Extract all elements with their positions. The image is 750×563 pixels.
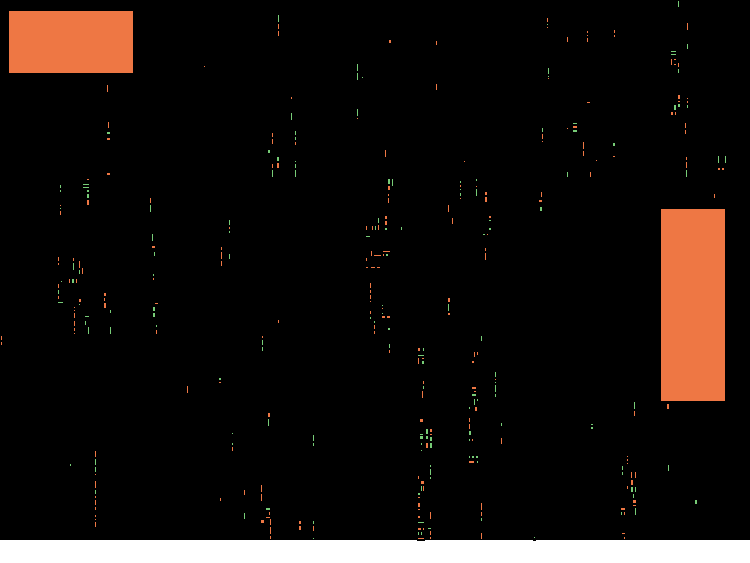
treemap-cell[interactable] <box>734 335 736 540</box>
treemap-cell[interactable] <box>220 358 222 377</box>
treemap-cell[interactable] <box>345 178 347 335</box>
treemap-visualization[interactable] <box>0 0 750 540</box>
treemap-cell[interactable] <box>251 0 253 178</box>
treemap-cell[interactable] <box>670 454 672 540</box>
treemap-cell[interactable] <box>220 488 222 495</box>
treemap-cell[interactable] <box>660 208 726 402</box>
treemap-cell[interactable] <box>477 502 479 540</box>
treemap-cell[interactable] <box>719 82 721 155</box>
treemap-cell[interactable] <box>648 0 650 178</box>
treemap-cell[interactable] <box>470 335 472 360</box>
treemap-cell[interactable] <box>378 335 380 540</box>
treemap-cell[interactable] <box>243 512 246 520</box>
treemap-cell[interactable] <box>604 178 606 335</box>
treemap-cell[interactable] <box>630 466 637 468</box>
treemap-cell[interactable] <box>220 478 222 488</box>
treemap-cell[interactable] <box>611 178 613 335</box>
treemap-cell[interactable] <box>243 489 246 496</box>
treemap-cell[interactable] <box>538 0 540 178</box>
treemap-cell[interactable] <box>220 399 222 413</box>
treemap-cell[interactable] <box>140 178 142 335</box>
treemap-cell[interactable] <box>706 0 708 105</box>
treemap-cell[interactable] <box>81 240 83 249</box>
treemap-cell[interactable] <box>189 0 191 178</box>
treemap-cell[interactable] <box>417 539 425 541</box>
treemap-cell[interactable] <box>468 447 483 449</box>
treemap-cell[interactable] <box>81 313 83 335</box>
treemap-cell[interactable] <box>8 10 134 74</box>
treemap-cell[interactable] <box>325 335 327 540</box>
treemap-cell[interactable] <box>737 0 739 178</box>
treemap-cell[interactable] <box>220 427 222 445</box>
treemap-cell[interactable] <box>358 178 360 335</box>
treemap-cell[interactable] <box>455 335 457 540</box>
treemap-cell[interactable] <box>280 0 282 178</box>
treemap-cell[interactable] <box>555 335 557 540</box>
treemap-cell[interactable] <box>470 468 472 503</box>
footer-whitespace <box>0 540 750 563</box>
treemap-cell[interactable] <box>426 449 428 511</box>
treemap-cell[interactable] <box>600 335 602 540</box>
treemap-cell[interactable] <box>57 320 64 322</box>
treemap-cell[interactable] <box>411 335 413 540</box>
treemap-cell[interactable] <box>220 509 222 518</box>
treemap-cell[interactable] <box>220 502 222 509</box>
treemap-cell[interactable] <box>244 520 246 540</box>
treemap-cell[interactable] <box>253 335 255 540</box>
treemap-cell[interactable] <box>220 385 222 398</box>
